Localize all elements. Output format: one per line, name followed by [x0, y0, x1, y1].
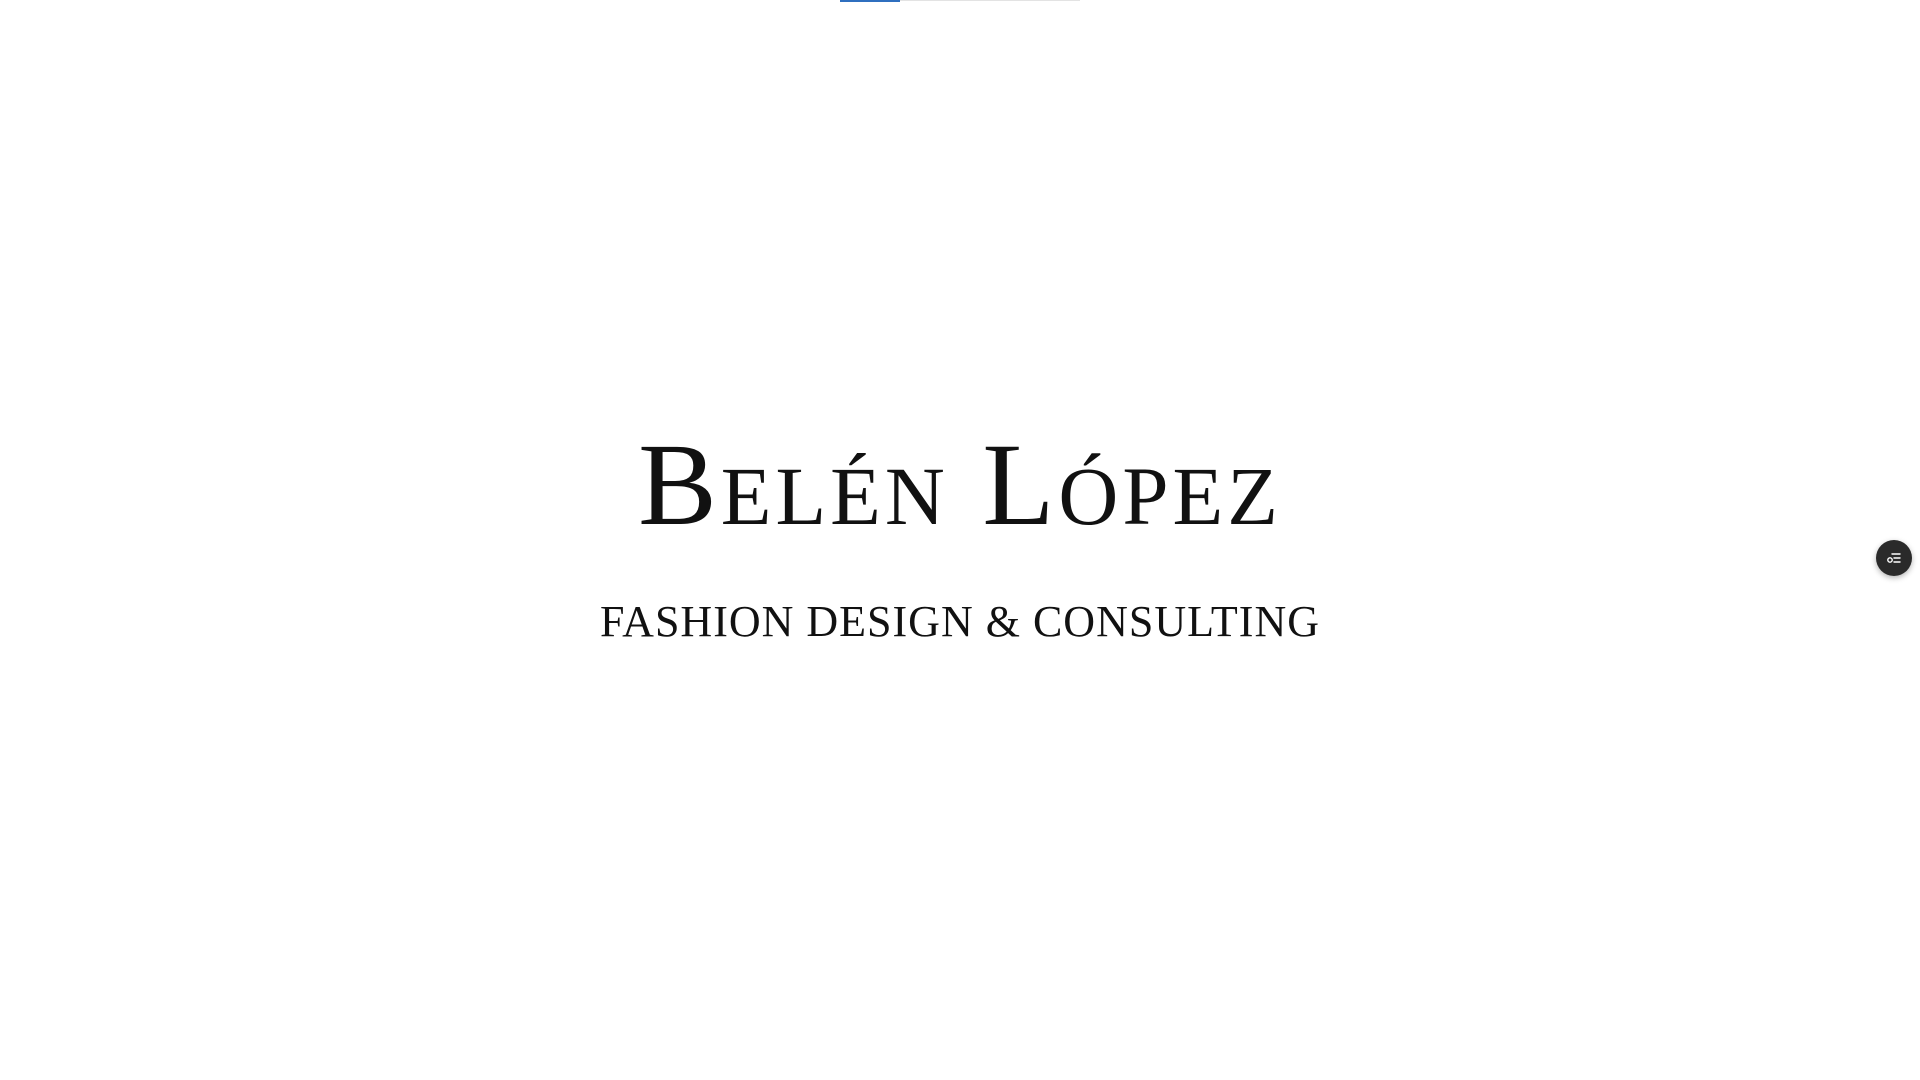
loading-progress-fill	[840, 0, 900, 2]
settings-list-icon	[1887, 553, 1901, 563]
loading-progress-bar	[840, 0, 1080, 2]
accessibility-menu-button[interactable]	[1876, 540, 1912, 576]
site-title: Belén López	[638, 419, 1282, 550]
site-tagline: FASHION DESIGN & CONSULTING	[599, 597, 1321, 646]
